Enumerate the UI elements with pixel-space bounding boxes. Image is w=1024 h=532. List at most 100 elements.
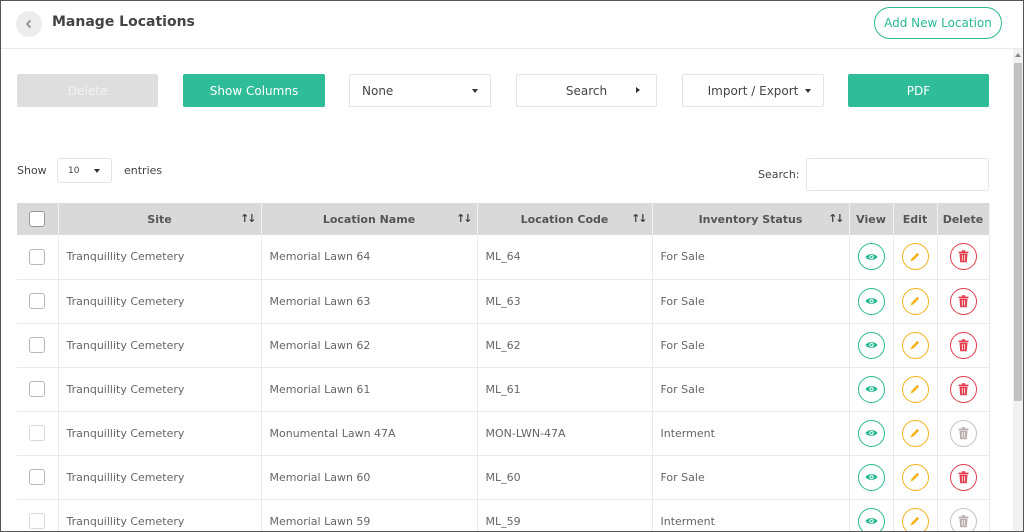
row-checkbox-cell	[17, 499, 59, 531]
chevron-down-icon	[94, 169, 100, 173]
edit-button[interactable]	[901, 507, 929, 531]
delete-button[interactable]: Delete	[17, 74, 158, 107]
view-button[interactable]	[857, 463, 885, 491]
eye-icon	[865, 430, 877, 436]
locations-table: Site ↑↓ Location Name ↑↓ Location Code ↑↓ I…	[17, 203, 990, 531]
edit-button[interactable]	[901, 419, 929, 447]
row-checkbox[interactable]	[29, 293, 46, 309]
column-header-site[interactable]: Site ↑↓	[58, 203, 262, 235]
cell-site: Tranquillity Cemetery	[58, 367, 262, 412]
cell-view	[849, 323, 894, 368]
entries-select[interactable]: 10	[57, 158, 112, 183]
cell-site: Tranquillity Cemetery	[58, 455, 262, 500]
page-header: Manage Locations Add New Location	[1, 1, 1023, 49]
column-header-label: Location Name	[322, 212, 416, 226]
view-button[interactable]	[857, 419, 885, 447]
cell-view	[849, 235, 894, 280]
view-button[interactable]	[857, 507, 885, 531]
scroll-up-arrow-icon[interactable]	[1015, 53, 1021, 57]
delete-row-button[interactable]	[949, 375, 977, 403]
sort-icon: ↑↓	[631, 212, 648, 225]
cell-location-code: ML_62	[477, 323, 653, 368]
cell-edit	[893, 235, 938, 280]
pencil-icon	[910, 516, 920, 526]
column-header-location-code[interactable]: Location Code ↑↓	[477, 203, 653, 235]
cell-location-code: ML_59	[477, 499, 653, 531]
pencil-icon	[910, 472, 920, 482]
edit-button[interactable]	[901, 331, 929, 359]
select-all-checkbox[interactable]	[29, 211, 46, 227]
cell-location-name: Memorial Lawn 61	[261, 367, 478, 412]
eye-icon	[865, 342, 877, 348]
import-export-select[interactable]: Import / Export	[682, 74, 824, 107]
edit-button[interactable]	[901, 243, 929, 271]
trash-icon	[958, 470, 968, 483]
table-row: Tranquillity Cemetery Memorial Lawn 59 ML_…	[17, 499, 990, 531]
search-menu-button[interactable]: Search	[516, 74, 657, 107]
caret-right-icon	[636, 87, 640, 93]
sort-icon: ↑↓	[456, 212, 473, 225]
cell-view	[849, 411, 894, 456]
cell-edit	[893, 455, 938, 500]
cell-delete	[937, 235, 990, 280]
back-button[interactable]	[16, 11, 42, 37]
eye-icon	[865, 298, 877, 304]
pdf-button[interactable]: PDF	[848, 74, 989, 107]
column-header-inventory-status[interactable]: Inventory Status ↑↓	[652, 203, 850, 235]
view-button[interactable]	[857, 375, 885, 403]
pencil-icon	[910, 296, 920, 306]
show-columns-button[interactable]: Show Columns	[183, 74, 325, 107]
cell-delete	[937, 279, 990, 324]
delete-row-button[interactable]	[949, 287, 977, 315]
row-checkbox	[29, 425, 46, 441]
table-row: Tranquillity Cemetery Memorial Lawn 62 ML_…	[17, 323, 990, 368]
edit-button[interactable]	[901, 463, 929, 491]
filter-select[interactable]: None	[349, 74, 491, 107]
sort-icon: ↑↓	[828, 212, 845, 225]
cell-location-code: ML_64	[477, 235, 653, 280]
search-input[interactable]	[806, 158, 989, 191]
trash-icon	[958, 382, 968, 395]
cell-inventory-status: Interment	[652, 499, 850, 531]
scrollbar-thumb[interactable]	[1014, 63, 1022, 401]
chevron-down-icon	[472, 89, 478, 93]
row-checkbox[interactable]	[29, 381, 46, 397]
cell-view	[849, 279, 894, 324]
table-row: Tranquillity Cemetery Memorial Lawn 63 ML_…	[17, 279, 990, 324]
row-checkbox[interactable]	[29, 337, 46, 353]
entries-select-value: 10	[68, 165, 80, 176]
pencil-icon	[910, 252, 920, 262]
view-button[interactable]	[857, 243, 885, 271]
table-header-row: Site ↑↓ Location Name ↑↓ Location Code ↑↓ I…	[17, 203, 990, 235]
pencil-icon	[910, 384, 920, 394]
edit-button[interactable]	[901, 287, 929, 315]
cell-location-name: Memorial Lawn 64	[261, 235, 478, 280]
delete-row-button[interactable]	[949, 463, 977, 491]
pencil-icon	[910, 428, 920, 438]
table-row: Tranquillity Cemetery Memorial Lawn 61 ML_…	[17, 367, 990, 412]
row-checkbox-cell	[17, 323, 59, 368]
cell-delete	[937, 499, 990, 531]
trash-icon	[958, 338, 968, 351]
cell-edit	[893, 367, 938, 412]
view-button[interactable]	[857, 331, 885, 359]
add-new-location-button[interactable]: Add New Location	[874, 7, 1002, 39]
row-checkbox[interactable]	[29, 248, 46, 265]
cell-location-code: ML_63	[477, 279, 653, 324]
row-checkbox[interactable]	[29, 469, 46, 485]
delete-row-button[interactable]	[949, 331, 977, 359]
delete-row-button[interactable]	[949, 243, 977, 271]
cell-site: Tranquillity Cemetery	[58, 499, 262, 531]
edit-button[interactable]	[901, 375, 929, 403]
cell-site: Tranquillity Cemetery	[58, 323, 262, 368]
cell-site: Tranquillity Cemetery	[58, 279, 262, 324]
view-button[interactable]	[857, 287, 885, 315]
chevron-left-icon	[25, 19, 32, 29]
row-checkbox-cell	[17, 235, 59, 280]
cell-site: Tranquillity Cemetery	[58, 411, 262, 456]
eye-icon	[865, 518, 877, 524]
eye-icon	[865, 253, 877, 260]
delete-row-button	[949, 419, 977, 447]
column-header-location-name[interactable]: Location Name ↑↓	[261, 203, 478, 235]
table-row: Tranquillity Cemetery Memorial Lawn 60 ML_…	[17, 455, 990, 500]
